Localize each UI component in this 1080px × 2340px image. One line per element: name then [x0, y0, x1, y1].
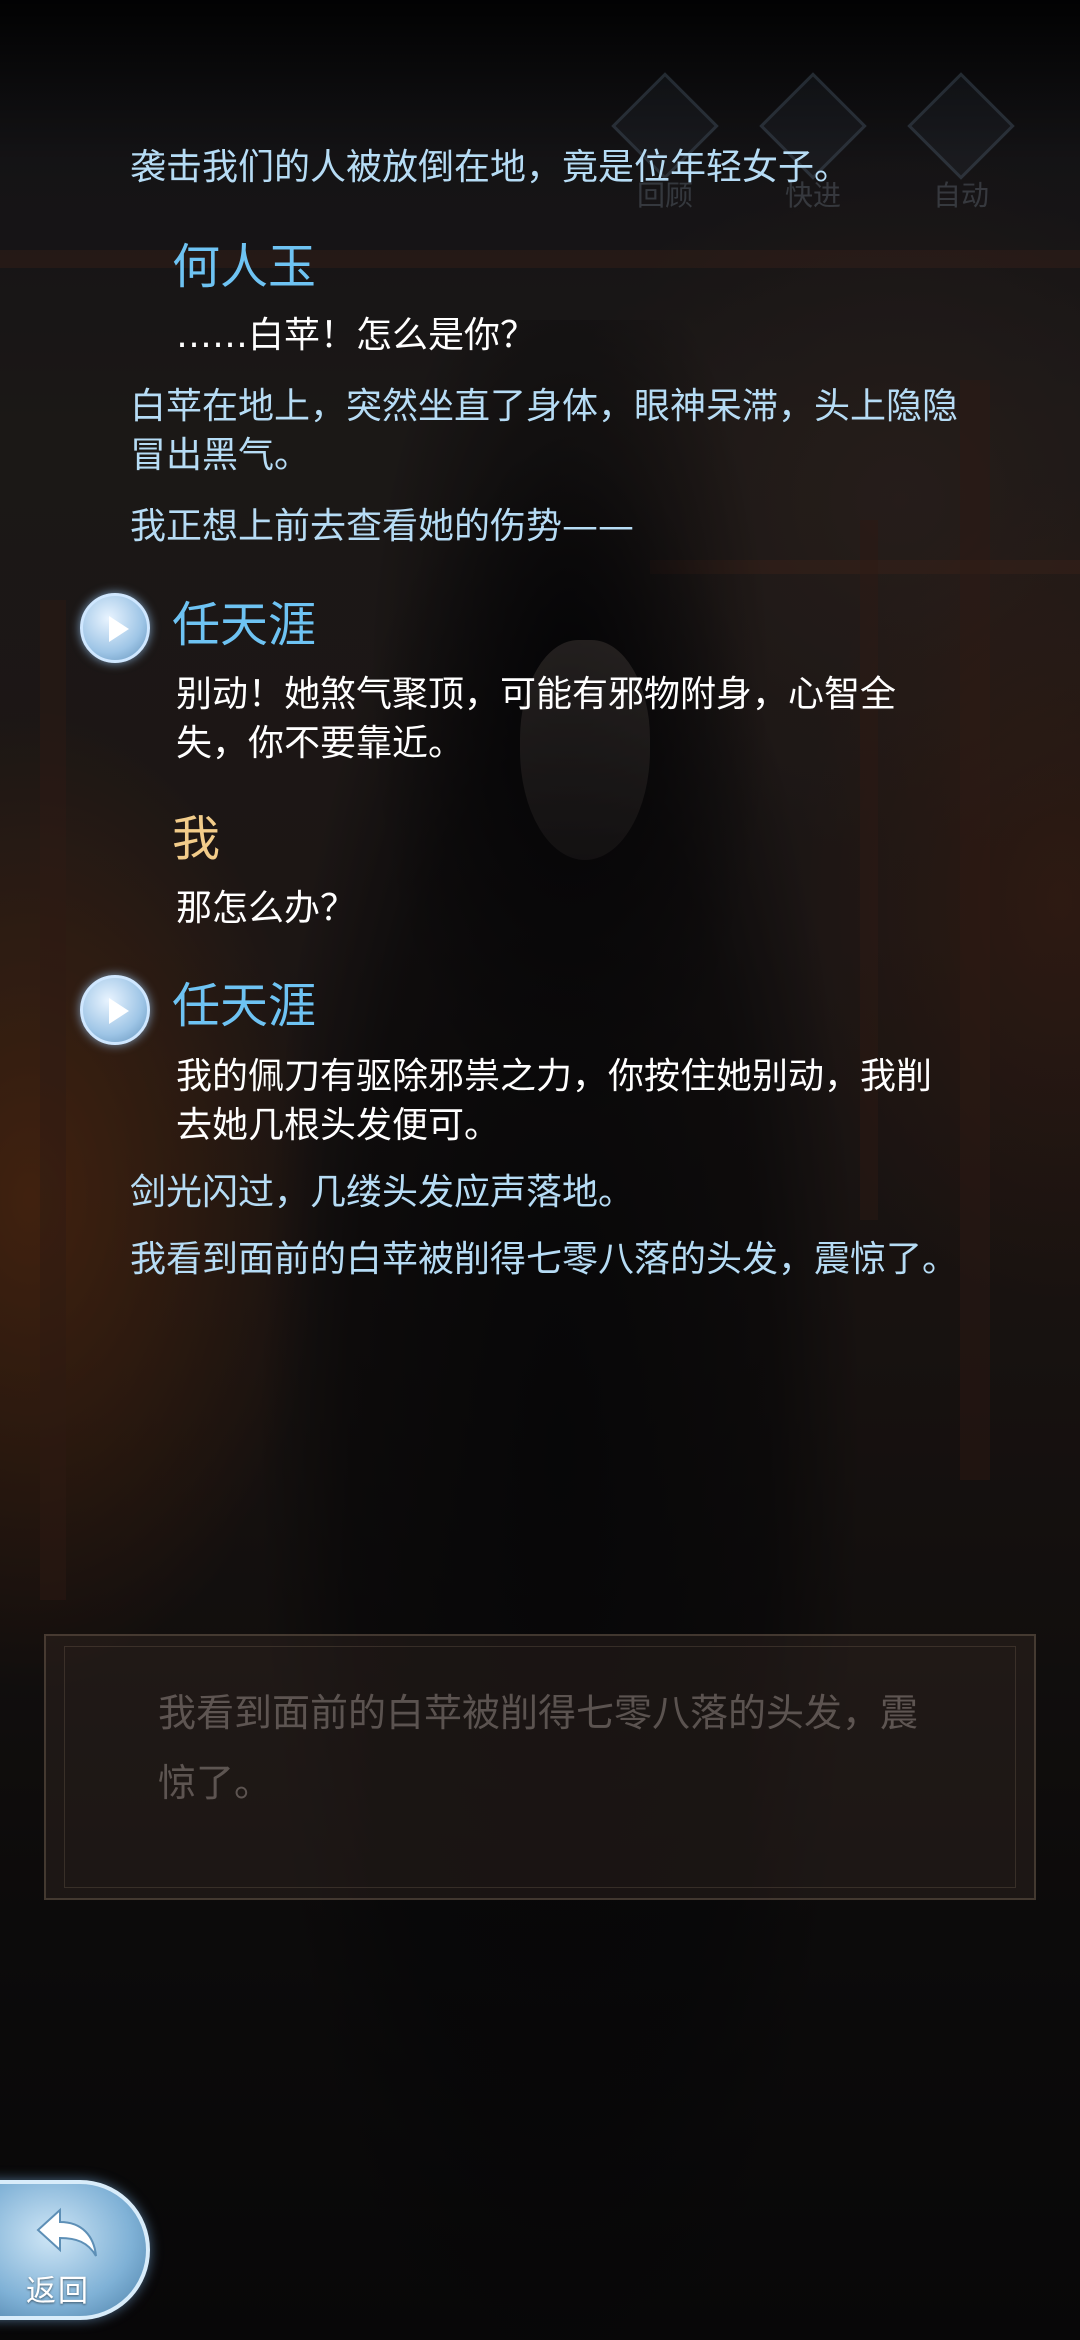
back-arrow-icon — [36, 2207, 97, 2257]
back-label: 返回 — [26, 2274, 90, 2309]
voice-replay-button[interactable] — [80, 593, 150, 663]
dialogue-log[interactable]: 袭击我们的人被放倒在地，竟是位年轻女子。 何人玉 ……白苹！怎么是你？ 白苹在地… — [0, 0, 1080, 1400]
voice-replay-button[interactable] — [80, 975, 150, 1045]
log-narration: 袭击我们的人被放倒在地，竟是位年轻女子。 — [130, 147, 851, 188]
back-button[interactable]: 返回 — [0, 2180, 150, 2320]
log-narration: 我看到面前的白苹被削得七零八落的头发，震惊了。 — [130, 1239, 959, 1280]
log-dialogue: 我的佩刀有驱除邪祟之力，你按住她别动，我削去她几根头发便可。 — [176, 1056, 933, 1146]
play-icon — [109, 616, 129, 642]
play-icon — [109, 998, 129, 1024]
log-speaker-name: 何人玉 — [172, 239, 317, 295]
dialogue-box-text: 我看到面前的白苹被削得七零八落的头发，震惊了。 — [158, 1691, 919, 1805]
game-scene: 回顾 快进 自动 袭击我们的人被放倒在地，竟是位年轻女子。 何人玉 ……白苹！怎… — [0, 0, 1080, 2340]
log-narration: 剑光闪过，几缕头发应声落地。 — [130, 1172, 635, 1213]
log-dialogue: ……白苹！怎么是你？ — [176, 315, 537, 356]
log-speaker-name: 任天涯 — [172, 597, 317, 653]
log-narration: 白苹在地上，突然坐直了身体，眼神呆滞，头上隐隐冒出黑气。 — [130, 386, 959, 476]
log-narration: 我正想上前去查看她的伤势—— — [130, 506, 635, 547]
log-speaker-name: 任天涯 — [172, 978, 317, 1034]
log-speaker-name: 我 — [172, 811, 221, 867]
log-dialogue: 那怎么办？ — [176, 888, 357, 929]
log-dialogue: 别动！她煞气聚顶，可能有邪物附身，心智全失，你不要靠近。 — [176, 674, 897, 764]
